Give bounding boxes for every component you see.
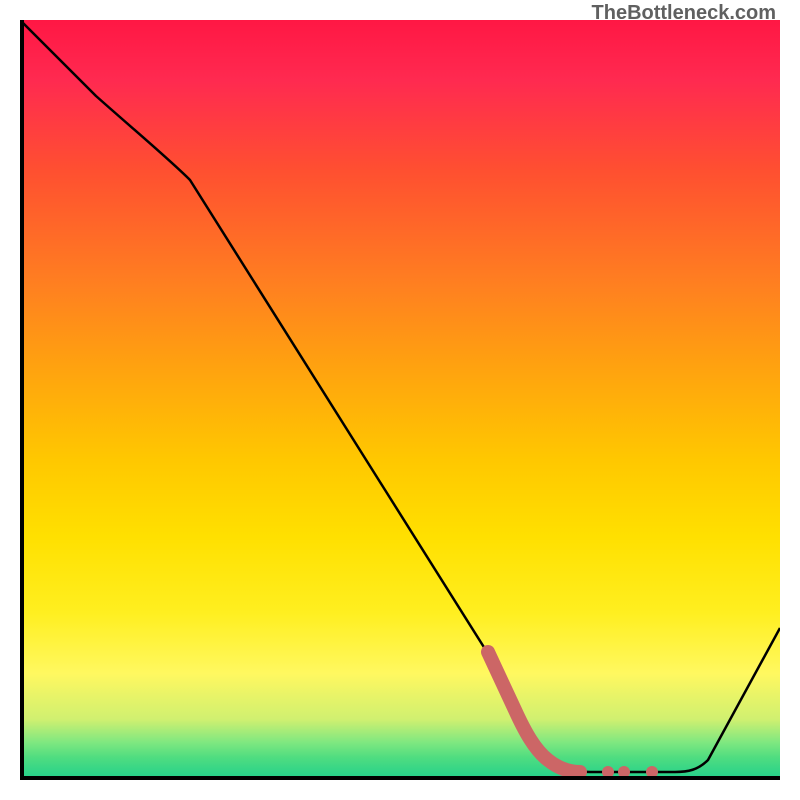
y-axis: [20, 20, 24, 780]
watermark-text: TheBottleneck.com: [592, 2, 776, 25]
x-axis: [20, 776, 780, 780]
chart-gradient-background: [20, 20, 780, 780]
chart-container: TheBottleneck.com: [0, 0, 800, 800]
